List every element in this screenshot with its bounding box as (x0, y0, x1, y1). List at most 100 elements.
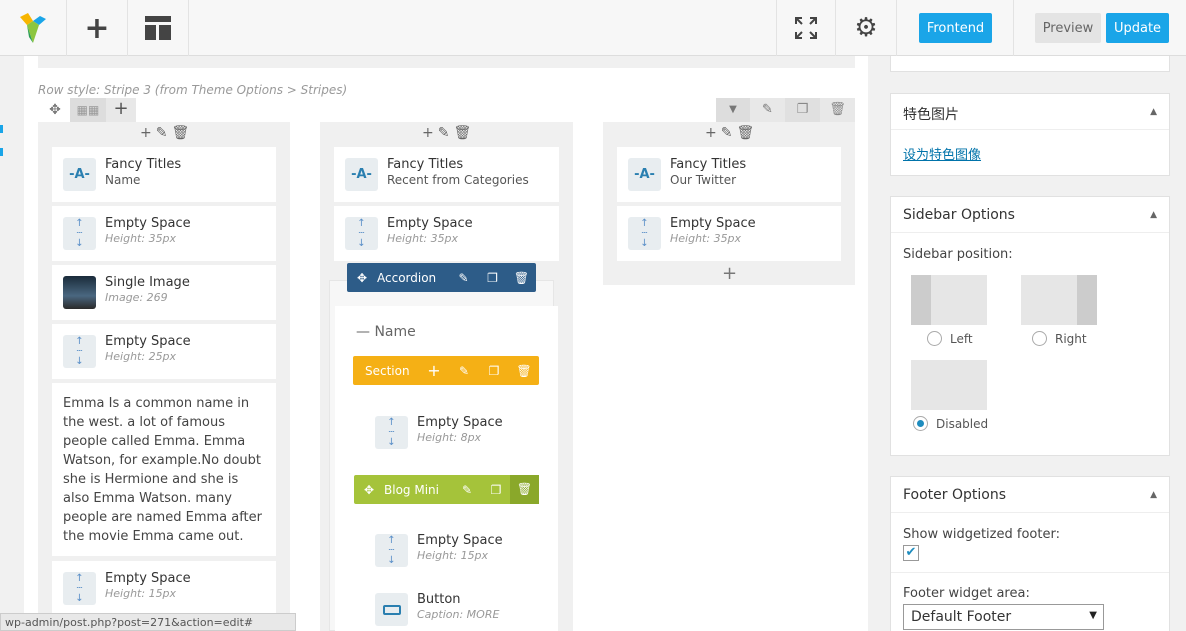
section-bar[interactable]: Section + ✎ ❐ 🗑 (353, 356, 539, 385)
move-icon[interactable]: ✥ (347, 271, 377, 285)
collapse-arrow-icon[interactable]: ▲ (1150, 210, 1157, 220)
edit-icon[interactable]: ✎ (721, 125, 733, 141)
element-title: Empty Space (417, 415, 503, 430)
add-icon[interactable]: + (419, 361, 449, 380)
delete-row-icon[interactable]: 🗑 (820, 98, 855, 122)
element-fancy-titles[interactable]: -A- Fancy Titles Name (52, 147, 276, 202)
delete-icon[interactable]: 🗑 (510, 475, 539, 504)
show-footer-label: Show widgetized footer: (903, 527, 1060, 542)
element-text-block[interactable]: Emma Is a common name in the west. a lot… (52, 383, 276, 556)
clone-row-icon[interactable]: ❐ (785, 98, 820, 122)
element-title: Empty Space (417, 533, 503, 548)
fullscreen-button[interactable] (776, 0, 836, 56)
element-subtitle: Recent from Categories (387, 173, 529, 187)
radio-icon[interactable] (927, 331, 942, 346)
edit-icon[interactable]: ✎ (452, 483, 482, 497)
footer-area-label: Footer widget area: (903, 586, 1030, 601)
element-empty-space[interactable]: ↑ ┄ ↓ Empty Space Height: 35px (334, 206, 559, 261)
panel-header[interactable]: Sidebar Options ▲ (891, 197, 1169, 233)
edit-icon[interactable]: ✎ (156, 125, 168, 141)
vc-logo[interactable] (0, 0, 67, 56)
collapse-arrow-icon[interactable]: ▲ (1150, 490, 1157, 500)
add-column-icon[interactable]: + (106, 98, 136, 122)
sidebar-left-option[interactable]: Left (927, 331, 973, 346)
collapse-icon: — (356, 324, 370, 340)
element-subtitle: Height: 15px (105, 587, 177, 600)
sidebar-options-panel: Sidebar Options ▲ Sidebar position: Left … (890, 196, 1170, 456)
section-label: Section (365, 363, 410, 378)
option-label: Right (1055, 331, 1087, 346)
sidebar-right-thumb[interactable] (1021, 275, 1097, 325)
show-footer-checkbox[interactable]: ✔ (903, 545, 919, 561)
element-fancy-titles[interactable]: -A- Fancy Titles Our Twitter (617, 147, 841, 202)
add-element-icon[interactable]: + (722, 263, 737, 284)
element-empty-space[interactable]: ↑ ┄ ↓ Empty Space Height: 35px (617, 206, 841, 261)
clone-icon[interactable]: ❐ (482, 483, 510, 497)
move-icon[interactable]: ✥ (40, 102, 70, 118)
add-element-icon[interactable]: + (705, 125, 717, 141)
collapse-arrow-icon[interactable]: ▲ (1150, 107, 1157, 117)
element-empty-space[interactable]: ↑ ┄ ↓ Empty Space Height: 8px (364, 405, 544, 460)
divider (891, 572, 1169, 573)
empty-space-icon: ↑ ┄ ↓ (345, 217, 378, 250)
accordion-label: Accordion (377, 270, 437, 285)
element-empty-space[interactable]: ↑ ┄ ↓ Empty Space Height: 35px (52, 206, 276, 261)
add-element-icon[interactable]: + (140, 125, 152, 141)
layout-columns-icon[interactable]: ▦▦ (70, 98, 106, 122)
element-empty-space[interactable]: ↑ ┄ ↓ Empty Space Height: 15px (52, 561, 276, 616)
blog-mini-bar[interactable]: ✥ Blog Mini ✎ ❐ 🗑 (354, 475, 539, 504)
empty-space-icon: ↑ ┄ ↓ (628, 217, 661, 250)
sidebar-left-thumb[interactable] (911, 275, 987, 325)
delete-icon[interactable]: 🗑 (736, 125, 754, 141)
element-empty-space[interactable]: ↑ ┄ ↓ Empty Space Height: 25px (52, 324, 276, 379)
move-icon[interactable]: ✥ (354, 483, 384, 497)
delete-icon[interactable]: 🗑 (509, 364, 539, 378)
templates-button[interactable] (128, 0, 189, 56)
delete-icon[interactable]: 🗑 (453, 125, 471, 141)
edit-icon[interactable]: ✎ (438, 125, 450, 141)
element-title: Fancy Titles (670, 157, 747, 172)
sidebar-disabled-thumb[interactable] (911, 360, 987, 410)
element-empty-space[interactable]: ↑ ┄ ↓ Empty Space Height: 15px (364, 523, 544, 578)
set-featured-image-link[interactable]: 设为特色图像 (903, 148, 981, 163)
edit-row-icon[interactable]: ✎ (750, 98, 785, 122)
sidebar-position-label: Sidebar position: (903, 247, 1013, 262)
footer-area-select[interactable]: Default Footer ▼ (903, 604, 1104, 630)
update-button[interactable]: Update (1106, 13, 1169, 43)
element-single-image[interactable]: Single Image Image: 269 (52, 265, 276, 320)
settings-button[interactable]: ⚙ (836, 0, 897, 56)
frontend-button[interactable]: Frontend (919, 13, 992, 43)
option-label: Left (950, 331, 973, 346)
layout-icon (145, 16, 171, 40)
delete-icon[interactable]: 🗑 (507, 271, 536, 285)
sidebar-disabled-option[interactable]: Disabled (913, 416, 988, 431)
edit-icon[interactable]: ✎ (449, 271, 478, 285)
element-subtitle: Our Twitter (670, 173, 737, 187)
featured-image-panel: 特色图片 ▲ 设为特色图像 (890, 93, 1170, 176)
element-fancy-titles[interactable]: -A- Fancy Titles Recent from Categories (334, 147, 559, 202)
add-element-icon[interactable]: + (422, 125, 434, 141)
add-element-button[interactable]: + (67, 0, 128, 56)
element-subtitle: Height: 35px (387, 232, 459, 245)
radio-icon[interactable] (1032, 331, 1047, 346)
row-controls-left: ✥ ▦▦ + (40, 98, 145, 122)
toggle-row-icon[interactable]: ▼ (716, 98, 750, 122)
clone-icon[interactable]: ❐ (478, 271, 507, 285)
row-style-label: Row style: Stripe 3 (from Theme Options … (38, 83, 348, 97)
element-button[interactable]: Button Caption: MORE (364, 582, 544, 631)
element-title: Fancy Titles (105, 157, 182, 172)
radio-checked-icon[interactable] (913, 416, 928, 431)
button-icon (375, 593, 408, 626)
element-title: Empty Space (105, 216, 191, 231)
text-block-content: Emma Is a common name in the west. a lot… (63, 396, 262, 544)
status-bar-url: wp-admin/post.php?post=271&action=edit# (0, 613, 296, 631)
accordion-section-title[interactable]: — Name (356, 324, 416, 340)
preview-button[interactable]: Preview (1035, 13, 1101, 43)
accordion-bar[interactable]: ✥ Accordion ✎ ❐ 🗑 (347, 263, 536, 292)
clone-icon[interactable]: ❐ (479, 364, 509, 378)
panel-header[interactable]: Footer Options ▲ (891, 477, 1169, 513)
edit-icon[interactable]: ✎ (449, 364, 479, 378)
delete-icon[interactable]: 🗑 (171, 125, 189, 141)
panel-header[interactable]: 特色图片 ▲ (891, 94, 1169, 130)
sidebar-right-option[interactable]: Right (1032, 331, 1087, 346)
